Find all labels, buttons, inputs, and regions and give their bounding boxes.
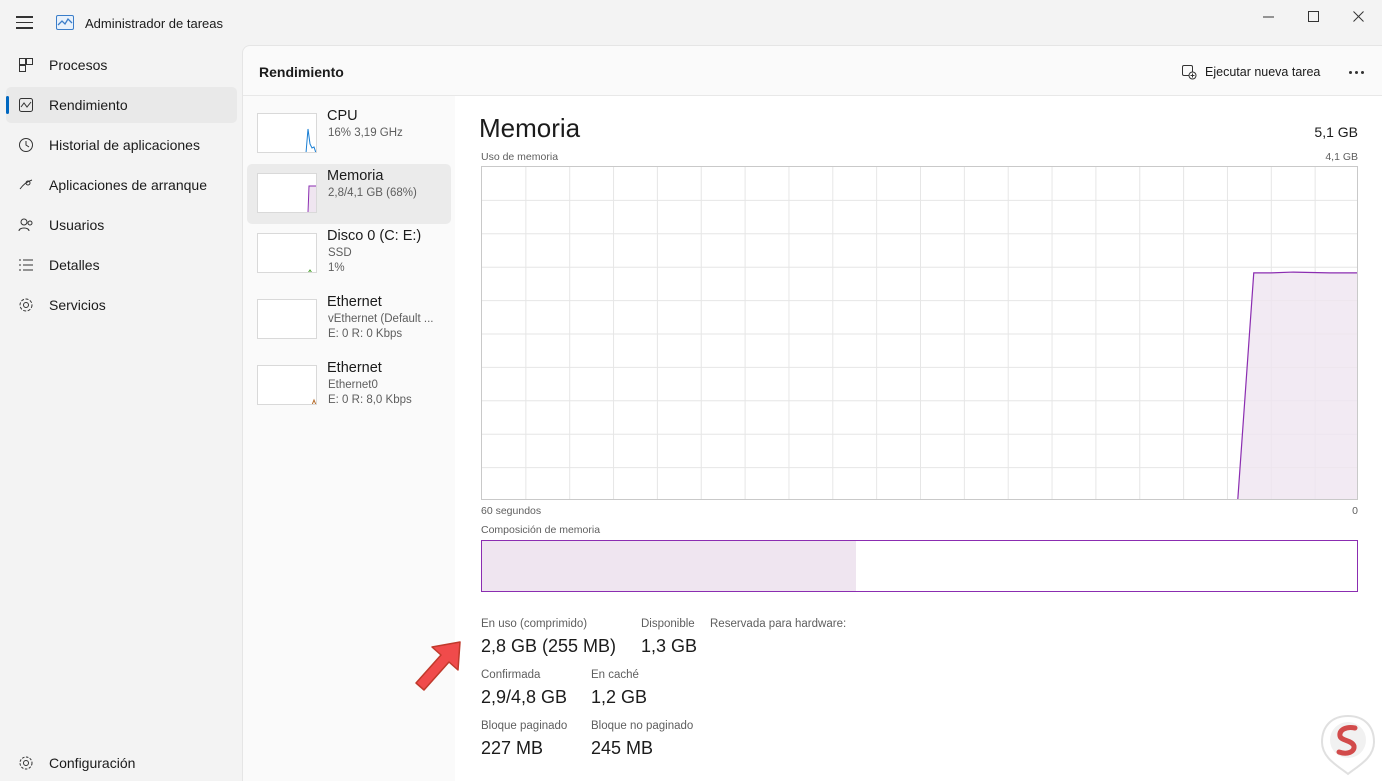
gear-icon bbox=[17, 754, 35, 772]
sidebar-item-label: Rendimiento bbox=[49, 97, 128, 113]
device-sub: Ethernet0 bbox=[328, 379, 378, 391]
settings-button[interactable]: Configuración bbox=[6, 745, 237, 781]
more-options-button[interactable] bbox=[1343, 59, 1369, 85]
device-item-cpu[interactable]: CPU 16% 3,19 GHz bbox=[247, 104, 451, 164]
x-axis-right-label: 0 bbox=[1352, 505, 1358, 517]
device-item-memory[interactable]: Memoria 2,8/4,1 GB (68%) bbox=[247, 164, 451, 224]
services-icon bbox=[17, 296, 35, 314]
device-sub: vEthernet (Default ... bbox=[328, 313, 434, 325]
device-name: Ethernet bbox=[327, 360, 382, 376]
device-sub: 1% bbox=[328, 262, 345, 274]
sidebar-item-processes[interactable]: Procesos bbox=[6, 47, 237, 83]
hamburger-menu-icon[interactable] bbox=[16, 16, 33, 29]
ethernet-thumbnail bbox=[257, 365, 317, 405]
paged-pool-value: 227 MB bbox=[481, 738, 544, 758]
device-sub: 2,8/4,1 GB (68%) bbox=[328, 187, 417, 199]
maximize-button[interactable] bbox=[1290, 0, 1336, 32]
device-item-disk[interactable]: Disco 0 (C: E:) SSD 1% bbox=[247, 224, 451, 284]
device-item-ethernet-1[interactable]: Ethernet vEthernet (Default ... E: 0 R: … bbox=[247, 290, 451, 350]
run-new-task-button[interactable]: Ejecutar nueva tarea bbox=[1181, 61, 1320, 83]
cpu-thumbnail bbox=[257, 113, 317, 153]
history-icon bbox=[17, 136, 35, 154]
committed-value: 2,9/4,8 GB bbox=[481, 687, 568, 707]
usage-label: Uso de memoria bbox=[481, 151, 559, 163]
memory-usage-graph bbox=[481, 166, 1358, 500]
memory-total: 5,1 GB bbox=[1314, 124, 1358, 140]
sidebar-item-app-history[interactable]: Historial de aplicaciones bbox=[6, 127, 237, 163]
sidebar-item-services[interactable]: Servicios bbox=[6, 287, 237, 323]
minimize-icon bbox=[1262, 16, 1274, 17]
memory-detail: Memoria 5,1 GB Uso de memoria 4,1 GB 60 … bbox=[455, 96, 1382, 781]
nonpaged-pool-value: 245 MB bbox=[591, 738, 654, 758]
reserved-label: Reservada para hardware: bbox=[710, 618, 847, 630]
device-sub: E: 0 R: 0 Kbps bbox=[328, 328, 403, 340]
device-item-ethernet-2[interactable]: Ethernet Ethernet0 E: 0 R: 8,0 Kbps bbox=[247, 356, 451, 416]
run-new-task-label: Ejecutar nueva tarea bbox=[1205, 65, 1321, 79]
paged-pool-label: Bloque paginado bbox=[481, 720, 568, 732]
watermark-logo-icon bbox=[1320, 714, 1376, 776]
available-label: Disponible bbox=[641, 618, 695, 630]
page-title: Rendimiento bbox=[259, 64, 344, 80]
close-icon bbox=[1352, 10, 1364, 22]
committed-label: Confirmada bbox=[481, 669, 541, 681]
in-use-value: 2,8 GB (255 MB) bbox=[481, 636, 617, 656]
title-bar: Administrador de tareas bbox=[0, 0, 1382, 46]
task-manager-app-icon bbox=[56, 15, 74, 30]
more-dot bbox=[1354, 70, 1358, 74]
minimize-button[interactable] bbox=[1245, 0, 1291, 32]
cached-label: En caché bbox=[591, 669, 639, 681]
cached-value: 1,2 GB bbox=[591, 687, 648, 707]
users-icon bbox=[17, 216, 35, 234]
close-button[interactable] bbox=[1335, 0, 1381, 32]
maximize-icon bbox=[1307, 10, 1319, 22]
memory-title: Memoria bbox=[479, 113, 581, 143]
nonpaged-pool-label: Bloque no paginado bbox=[591, 720, 694, 732]
details-icon bbox=[17, 256, 35, 274]
device-sub: SSD bbox=[328, 247, 352, 259]
device-name: Disco 0 (C: E:) bbox=[327, 228, 422, 244]
sidebar-item-users[interactable]: Usuarios bbox=[6, 207, 237, 243]
available-value: 1,3 GB bbox=[641, 636, 698, 656]
memory-composition-bar bbox=[481, 540, 1358, 592]
memory-usage-chart bbox=[482, 167, 1357, 499]
device-sub: 16% 3,19 GHz bbox=[328, 127, 403, 139]
usage-max: 4,1 GB bbox=[1325, 151, 1358, 163]
performance-icon bbox=[17, 96, 35, 114]
device-name: CPU bbox=[327, 108, 358, 124]
disk-thumbnail bbox=[257, 233, 317, 273]
sidebar-item-label: Servicios bbox=[49, 297, 106, 313]
memory-thumbnail bbox=[257, 173, 317, 213]
composition-in-use bbox=[482, 541, 856, 591]
composition-label: Composición de memoria bbox=[481, 524, 601, 536]
sidebar-item-label: Procesos bbox=[49, 57, 108, 73]
device-sub: E: 0 R: 8,0 Kbps bbox=[328, 394, 412, 406]
more-dot bbox=[1360, 70, 1364, 74]
more-dot bbox=[1348, 70, 1352, 74]
in-use-label: En uso (comprimido) bbox=[481, 618, 588, 630]
x-axis-left-label: 60 segundos bbox=[481, 505, 542, 517]
device-name: Memoria bbox=[327, 168, 384, 184]
device-name: Ethernet bbox=[327, 294, 382, 310]
sidebar-nav: Procesos Rendimiento Historial de aplica… bbox=[0, 45, 242, 781]
sidebar-item-label: Aplicaciones de arranque bbox=[49, 177, 207, 193]
page-header: Rendimiento Ejecutar nueva tarea bbox=[243, 46, 1382, 96]
new-task-icon bbox=[1182, 65, 1197, 80]
settings-label: Configuración bbox=[49, 755, 136, 771]
processes-icon bbox=[17, 56, 35, 74]
ethernet-thumbnail bbox=[257, 299, 317, 339]
red-arrow-annotation-icon bbox=[415, 641, 461, 691]
window-title: Administrador de tareas bbox=[85, 16, 224, 31]
startup-icon bbox=[17, 176, 35, 194]
sidebar-item-startup-apps[interactable]: Aplicaciones de arranque bbox=[6, 167, 237, 203]
sidebar-item-label: Detalles bbox=[49, 257, 100, 273]
sidebar-item-label: Usuarios bbox=[49, 217, 105, 233]
sidebar-item-details[interactable]: Detalles bbox=[6, 247, 237, 283]
sidebar-item-label: Historial de aplicaciones bbox=[49, 137, 200, 153]
sidebar-item-performance[interactable]: Rendimiento bbox=[6, 87, 237, 123]
